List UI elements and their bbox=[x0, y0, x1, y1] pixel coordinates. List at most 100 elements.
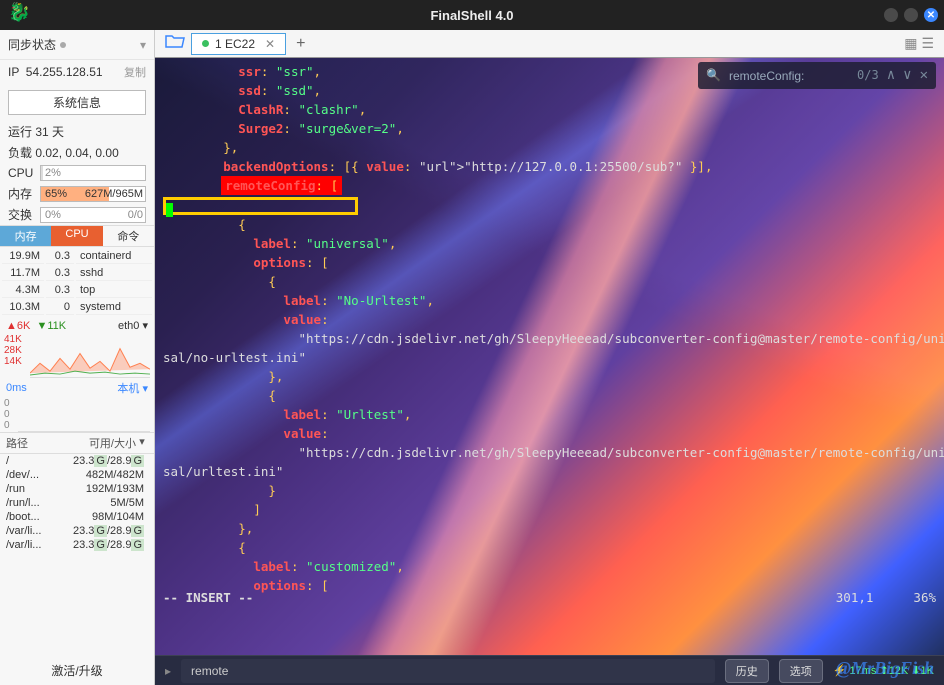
disk-list: /23.3G/28.9G/dev/...482M/482M/run192M/19… bbox=[0, 454, 154, 552]
cpu-bar: 2% bbox=[40, 165, 146, 181]
code-line: { bbox=[163, 272, 936, 291]
disk-row[interactable]: /23.3G/28.9G bbox=[0, 454, 154, 468]
swap-bar: 0% 0/0 bbox=[40, 207, 146, 223]
table-row: 4.3M0.3top bbox=[2, 283, 152, 298]
ping-row: 0ms 本机 ▾ bbox=[0, 378, 154, 398]
code-line: }, bbox=[163, 367, 936, 386]
content-area: 1 EC22 ✕ + ▦ ☰ ssr: "ssr", ssd: "ssd", C… bbox=[155, 30, 944, 685]
search-bar: 🔍 0/3 ∧ ∨ ✕ bbox=[698, 62, 936, 89]
options-button[interactable]: 选项 bbox=[779, 659, 823, 683]
maximize-button[interactable] bbox=[904, 8, 918, 22]
mem-pct: 65% bbox=[45, 188, 67, 200]
copy-button[interactable]: 复制 bbox=[124, 64, 146, 80]
code-line: { bbox=[163, 215, 936, 234]
search-input[interactable] bbox=[729, 69, 849, 83]
search-prev-icon[interactable]: ∧ bbox=[887, 66, 895, 85]
code-line: label: "customized", bbox=[163, 557, 936, 576]
disk-row[interactable]: /boot...98M/104M bbox=[0, 510, 154, 524]
iface: eth0 bbox=[118, 320, 139, 332]
code-line: label: "No-Urltest", bbox=[163, 291, 936, 310]
tab-cmd[interactable]: 命令 bbox=[103, 226, 154, 246]
terminal[interactable]: ssr: "ssr", ssd: "ssd", ClashR: "clashr"… bbox=[155, 58, 944, 655]
sync-status: 同步状态 ▾ bbox=[0, 30, 154, 60]
watermark: @MrBigFish bbox=[836, 658, 934, 679]
mem-bar: 65% 627M/965M bbox=[40, 186, 146, 202]
code-line: { bbox=[163, 538, 936, 557]
mem-label: 内存 bbox=[8, 185, 36, 202]
disk-row[interactable]: /var/li...23.3G/28.9G bbox=[0, 524, 154, 538]
code-line: ClashR: "clashr", bbox=[163, 100, 936, 119]
grid-view-icon[interactable]: ▦ bbox=[904, 35, 917, 52]
app-logo-icon: 🐉 bbox=[8, 2, 30, 23]
disk-header: 路径 可用/大小 ▾ bbox=[0, 432, 154, 454]
code-line: value: bbox=[163, 424, 936, 443]
code-line: "https://cdn.jsdelivr.net/gh/SleepyHeeea… bbox=[163, 443, 936, 462]
chevron-down-icon[interactable]: ▾ bbox=[140, 38, 146, 52]
swap-right: 0/0 bbox=[128, 209, 143, 221]
code-line: backendOptions: [{ value: "url">"http://… bbox=[163, 157, 936, 176]
ping-ms: 0ms bbox=[6, 382, 27, 394]
ip-value: 54.255.128.51 bbox=[26, 65, 103, 79]
code-line bbox=[163, 195, 936, 215]
minimize-button[interactable] bbox=[884, 8, 898, 22]
swap-label: 交换 bbox=[8, 206, 36, 223]
system-info-button[interactable]: 系统信息 bbox=[8, 90, 146, 115]
arrow-up-icon: ▲ bbox=[6, 320, 17, 332]
code-line: ] bbox=[163, 500, 936, 519]
code-line: sal/urltest.ini" bbox=[163, 462, 936, 481]
scroll-pct: 36% bbox=[913, 588, 936, 607]
chevron-down-icon[interactable]: ▾ bbox=[142, 320, 148, 332]
code-line: label: "universal", bbox=[163, 234, 936, 253]
table-row: 11.7M0.3sshd bbox=[2, 266, 152, 281]
search-next-icon[interactable]: ∨ bbox=[903, 66, 911, 85]
code-line: Surge2: "surge&ver=2", bbox=[163, 119, 936, 138]
history-button[interactable]: 历史 bbox=[725, 659, 769, 683]
code-line: }, bbox=[163, 519, 936, 538]
tab-active[interactable]: 1 EC22 ✕ bbox=[191, 33, 286, 55]
close-button[interactable]: ✕ bbox=[924, 8, 938, 22]
search-close-icon[interactable]: ✕ bbox=[920, 66, 928, 85]
search-icon: 🔍 bbox=[706, 66, 721, 85]
tab-mem[interactable]: 内存 bbox=[0, 226, 51, 246]
search-count: 0/3 bbox=[857, 66, 879, 85]
disk-row[interactable]: /var/li...23.3G/28.9G bbox=[0, 538, 154, 552]
code-line: value: bbox=[163, 310, 936, 329]
disk-row[interactable]: /run192M/193M bbox=[0, 482, 154, 496]
code-line: }, bbox=[163, 138, 936, 157]
prompt-icon: ▸ bbox=[165, 664, 171, 678]
network-chart bbox=[30, 334, 150, 378]
disk-row[interactable]: /dev/...482M/482M bbox=[0, 468, 154, 482]
ping-host: 本机 bbox=[117, 383, 139, 395]
code-line: { bbox=[163, 386, 936, 405]
sync-label: 同步状态 bbox=[8, 36, 56, 53]
code-line: } bbox=[163, 481, 936, 500]
command-bar: ▸ 历史 选项 ⚡ 17ms ⬆12K ⬇1K bbox=[155, 655, 944, 685]
window-title: FinalShell 4.0 bbox=[430, 8, 513, 23]
sidebar: 同步状态 ▾ IP 54.255.128.51 复制 系统信息 运行 31 天 … bbox=[0, 30, 155, 685]
cursor-pos: 301,1 bbox=[836, 588, 874, 607]
code-line: label: "Urltest", bbox=[163, 405, 936, 424]
code-line: "https://cdn.jsdelivr.net/gh/SleepyHeeea… bbox=[163, 329, 936, 348]
command-input[interactable] bbox=[181, 659, 715, 683]
vim-mode: -- INSERT -- bbox=[163, 588, 253, 607]
status-dot-icon bbox=[202, 40, 209, 47]
folder-icon[interactable] bbox=[159, 33, 191, 54]
chevron-down-icon[interactable]: ▾ bbox=[142, 383, 148, 395]
activate-button[interactable]: 激活/升级 bbox=[0, 656, 154, 685]
table-row: 19.9M0.3containerd bbox=[2, 249, 152, 264]
disk-row[interactable]: /run/l...5M/5M bbox=[0, 496, 154, 510]
add-tab-button[interactable]: + bbox=[286, 35, 315, 53]
arrow-down-icon: ▼ bbox=[36, 320, 47, 332]
ip-label: IP bbox=[8, 65, 19, 79]
load: 负载 0.02, 0.04, 0.00 bbox=[0, 142, 154, 163]
cpu-value: 2% bbox=[45, 167, 61, 179]
tab-cpu[interactable]: CPU bbox=[51, 226, 102, 246]
table-row: 10.3M0systemd bbox=[2, 300, 152, 315]
tab-label: 1 EC22 bbox=[215, 37, 255, 51]
network-row: ▲6K ▼11K eth0 ▾ bbox=[0, 317, 154, 334]
chevron-down-icon[interactable]: ▾ bbox=[136, 435, 148, 451]
list-view-icon[interactable]: ☰ bbox=[921, 35, 934, 52]
code-line: remoteConfig: [ bbox=[163, 176, 936, 195]
close-icon[interactable]: ✕ bbox=[265, 37, 275, 51]
ping-chart bbox=[18, 398, 150, 432]
